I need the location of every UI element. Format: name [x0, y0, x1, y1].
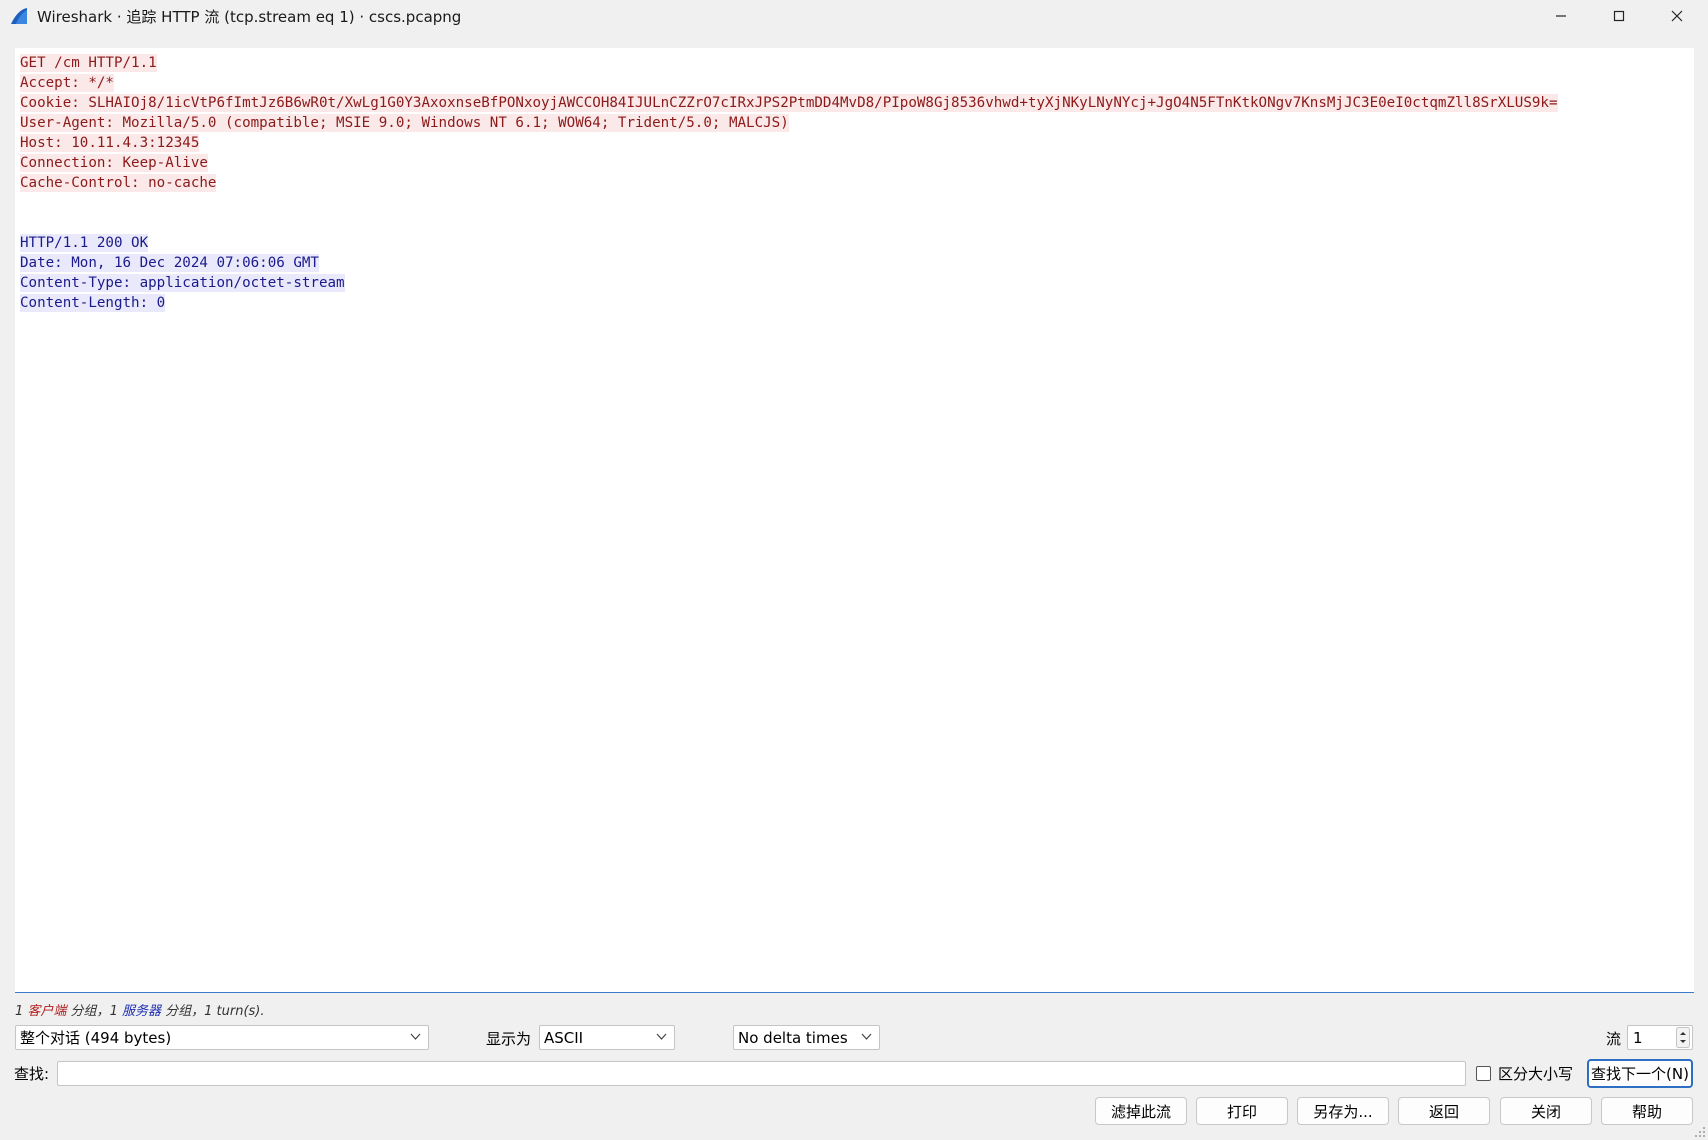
client-word: 客户端 — [27, 1004, 67, 1019]
chevron-down-icon — [861, 1033, 872, 1040]
find-label: 查找: — [14, 1065, 50, 1083]
packet-summary: 1 客户端 分组，1 服务器 分组，1 turn(s). — [15, 1004, 265, 1019]
encoding-select[interactable]: ASCII — [539, 1025, 675, 1050]
close-icon — [1671, 10, 1683, 22]
maximize-icon — [1613, 10, 1625, 22]
find-input[interactable] — [57, 1061, 1466, 1086]
chevron-down-icon — [410, 1033, 421, 1040]
find-next-button[interactable]: 查找下一个(N) — [1587, 1059, 1693, 1088]
close-window-button[interactable] — [1648, 0, 1706, 32]
server-line: Content-Type: application/octet-stream — [20, 274, 345, 292]
server-line: HTTP/1.1 200 OK — [20, 234, 149, 252]
server-word: 服务器 — [121, 1004, 161, 1019]
spin-arrows-icon[interactable] — [1676, 1027, 1690, 1048]
server-line: Content-Length: 0 — [20, 294, 166, 312]
filter-out-stream-button[interactable]: 滤掉此流 — [1095, 1097, 1187, 1125]
save-as-button[interactable]: 另存为... — [1297, 1097, 1389, 1125]
client-line: Cookie: SLHAIOj8/1icVtP6fImtJz6B6wR0t/Xw… — [20, 94, 1558, 112]
client-line: Host: 10.11.4.3:12345 — [20, 134, 200, 152]
minimize-icon — [1556, 15, 1566, 17]
stream-lines: GET /cm HTTP/1.1 Accept: */* Cookie: SLH… — [20, 53, 1558, 313]
stream-number-label: 流 — [1606, 1030, 1622, 1048]
minimize-button[interactable] — [1532, 0, 1590, 32]
case-sensitive-label[interactable]: 区分大小写 — [1498, 1063, 1573, 1084]
stream-number-spinbox[interactable]: 1 — [1627, 1025, 1693, 1050]
back-button[interactable]: 返回 — [1398, 1097, 1490, 1125]
client-line: User-Agent: Mozilla/5.0 (compatible; MSI… — [20, 114, 789, 132]
stream-content-view[interactable]: GET /cm HTTP/1.1 Accept: */* Cookie: SLH… — [15, 48, 1694, 993]
client-line: Cache-Control: no-cache — [20, 174, 217, 192]
resize-grip-icon[interactable] — [1694, 1126, 1706, 1138]
case-sensitive-checkbox[interactable] — [1476, 1066, 1491, 1081]
show-as-label: 显示为 — [486, 1030, 532, 1048]
client-line: Connection: Keep-Alive — [20, 154, 208, 172]
client-line: GET /cm HTTP/1.1 — [20, 54, 157, 72]
follow-stream-window: Wireshark · 追踪 HTTP 流 (tcp.stream eq 1) … — [0, 0, 1708, 1140]
maximize-button[interactable] — [1590, 0, 1648, 32]
wireshark-fin-icon — [11, 8, 27, 24]
client-line: Accept: */* — [20, 74, 114, 92]
help-button[interactable]: 帮助 — [1601, 1097, 1693, 1125]
conversation-select[interactable]: 整个对话 (494 bytes) — [15, 1025, 429, 1050]
delta-times-select[interactable]: No delta times — [733, 1025, 880, 1050]
close-button[interactable]: 关闭 — [1500, 1097, 1592, 1125]
chevron-down-icon — [656, 1033, 667, 1040]
title-bar[interactable]: Wireshark · 追踪 HTTP 流 (tcp.stream eq 1) … — [0, 0, 1708, 32]
server-line: Date: Mon, 16 Dec 2024 07:06:06 GMT — [20, 254, 319, 272]
window-title: Wireshark · 追踪 HTTP 流 (tcp.stream eq 1) … — [37, 8, 462, 26]
print-button[interactable]: 打印 — [1196, 1097, 1288, 1125]
